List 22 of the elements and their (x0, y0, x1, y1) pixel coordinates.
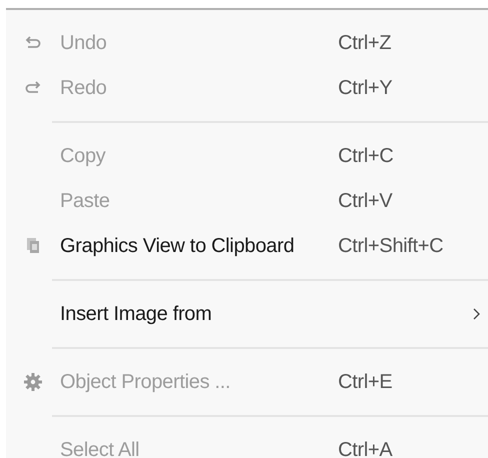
menu-item-label: Object Properties ... (60, 370, 232, 394)
shortcut-label: Ctrl+C (338, 144, 394, 168)
gear-icon (24, 372, 42, 390)
menu-item-label: Paste (60, 188, 111, 214)
menu-item-label: Graphics View to Clipboard (60, 234, 296, 258)
menu-item-label: Select All (60, 438, 140, 458)
shortcut-label: Ctrl+A (338, 438, 392, 458)
shortcut-label: Ctrl+E (338, 370, 392, 394)
menu-item[interactable]: Insert Image from (6, 291, 488, 336)
menu-item-label: Redo (60, 76, 108, 100)
menu-item-label: Copy (60, 144, 106, 168)
menu-item[interactable]: Graphics View to Clipboard Ctrl+Shift+C (6, 223, 488, 268)
undo-icon (25, 36, 41, 50)
clipboard-icon (26, 237, 40, 254)
shortcut-label: Ctrl+V (338, 188, 392, 214)
shortcut-label: Ctrl+Z (338, 30, 392, 56)
menu-item-label: Insert Image from (60, 302, 213, 326)
redo-icon (25, 80, 41, 94)
chevron-right-icon (473, 308, 480, 320)
shortcut-label: Ctrl+Shift+C (338, 234, 444, 258)
menu-item-label: Undo (60, 30, 108, 56)
shortcut-label: Ctrl+Y (338, 76, 392, 100)
